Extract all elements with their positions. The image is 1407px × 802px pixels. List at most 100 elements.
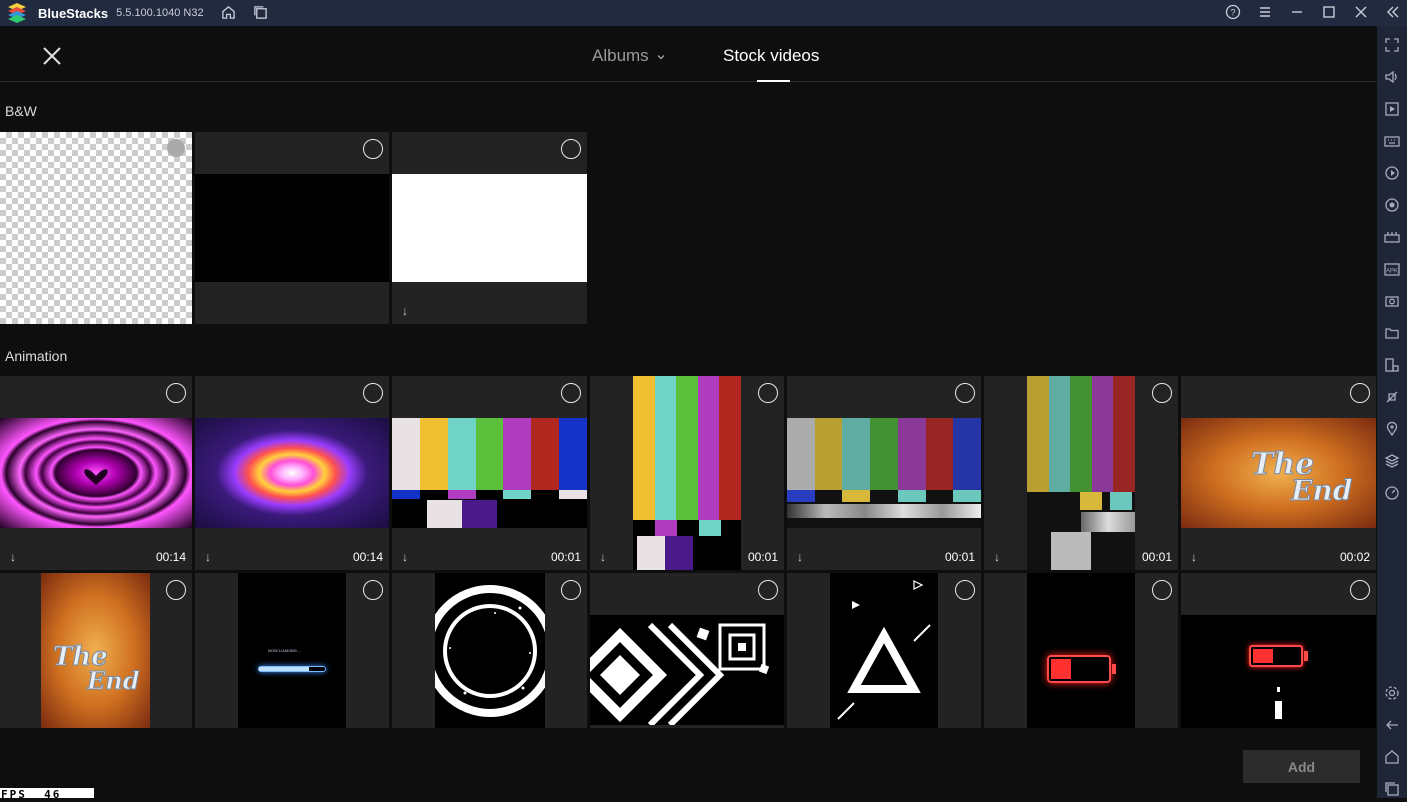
fullscreen-icon[interactable]: [1384, 37, 1400, 53]
download-icon: ↓: [205, 550, 211, 564]
performance-icon[interactable]: [1384, 485, 1400, 501]
video-duration: 00:01: [1141, 550, 1172, 564]
app-title: BlueStacks: [38, 5, 109, 21]
select-circle[interactable]: [955, 383, 975, 403]
video-duration: 00:01: [747, 550, 778, 564]
screenshot-icon[interactable]: [1384, 293, 1400, 309]
download-icon: ↓: [1191, 550, 1197, 564]
add-button[interactable]: Add: [1243, 750, 1360, 783]
battery-charging-thumbnail: [1181, 615, 1376, 728]
select-circle[interactable]: [561, 139, 581, 159]
video-picker: Albums Stock videos B&W ↓ Animation ↓ 00…: [0, 26, 1377, 798]
select-circle[interactable]: [1152, 580, 1172, 600]
video-tile-circle-ring[interactable]: [392, 573, 587, 728]
video-tile-color-bars-noisy[interactable]: ↓ 00:01: [787, 376, 981, 570]
record-icon[interactable]: [1384, 197, 1400, 213]
select-circle[interactable]: [1350, 383, 1370, 403]
black-thumbnail: [195, 174, 389, 282]
menu-icon[interactable]: [1257, 4, 1273, 20]
rainbow-heart-thumbnail: [195, 418, 389, 528]
video-tile-battery-low[interactable]: [984, 573, 1178, 728]
video-tile-the-end-vertical[interactable]: The End: [0, 573, 192, 728]
bluestacks-logo-icon: [6, 3, 28, 23]
video-tile-geometric[interactable]: [590, 573, 784, 728]
video-tile-black[interactable]: [195, 132, 389, 324]
video-tile-loading-bar[interactable]: NOW LOADING ...: [195, 573, 389, 728]
pink-heart-thumbnail: [0, 418, 192, 528]
settings-icon[interactable]: [1384, 685, 1400, 701]
video-tile-the-end[interactable]: The End ↓ 00:02: [1181, 376, 1376, 570]
maximize-icon[interactable]: [1321, 4, 1337, 20]
video-tile-triangle[interactable]: [787, 573, 981, 728]
help-icon[interactable]: ?: [1225, 4, 1241, 20]
tab-stock-videos-label: Stock videos: [723, 46, 820, 65]
fps-label: FPS: [1, 788, 27, 798]
color-bars-vertical-thumbnail: [633, 376, 741, 570]
select-circle[interactable]: [758, 383, 778, 403]
download-icon: ↓: [10, 550, 16, 564]
video-duration: 00:01: [944, 550, 975, 564]
white-thumbnail: [392, 174, 587, 282]
triangle-thumbnail: [830, 573, 938, 728]
video-tile-rainbow-heart[interactable]: ↓ 00:14: [195, 376, 389, 570]
video-tile-color-bars-vertical-noisy[interactable]: ↓ 00:01: [984, 376, 1178, 570]
picker-header: Albums Stock videos: [0, 26, 1377, 82]
svg-text:APK: APK: [1386, 269, 1398, 275]
select-circle[interactable]: [561, 580, 581, 600]
rotate-icon[interactable]: [1384, 357, 1400, 373]
download-icon: ↓: [402, 550, 408, 564]
geometric-thumbnail: [590, 615, 784, 725]
volume-icon[interactable]: [1384, 69, 1400, 85]
select-circle[interactable]: [1350, 580, 1370, 600]
minimize-icon[interactable]: [1289, 4, 1305, 20]
tab-albums[interactable]: Albums: [592, 46, 667, 66]
select-circle[interactable]: [1152, 383, 1172, 403]
gamepad-icon[interactable]: [1384, 229, 1400, 245]
video-tile-color-bars-vertical[interactable]: ↓ 00:01: [590, 376, 784, 570]
close-picker-icon[interactable]: [40, 44, 64, 68]
chevron-down-icon: [657, 54, 665, 60]
apk-install-icon[interactable]: APK: [1384, 261, 1400, 277]
svg-text:End: End: [86, 666, 140, 695]
title-bar: BlueStacks 5.5.100.1040 N32 ?: [0, 0, 1407, 26]
download-icon: ↓: [994, 550, 1000, 564]
section-title-bw: B&W: [5, 103, 37, 119]
select-circle[interactable]: [363, 580, 383, 600]
select-circle[interactable]: [955, 580, 975, 600]
select-circle[interactable]: [166, 383, 186, 403]
layers-icon[interactable]: [1384, 453, 1400, 469]
folder-icon[interactable]: [1384, 325, 1400, 341]
recent-apps-icon[interactable]: [1384, 781, 1400, 797]
video-tile-pink-heart[interactable]: ↓ 00:14: [0, 376, 192, 570]
color-bars-noisy-thumbnail: [787, 418, 981, 528]
macro-icon[interactable]: [1384, 165, 1400, 181]
collapse-sidebar-icon[interactable]: [1385, 4, 1401, 20]
back-icon[interactable]: [1384, 717, 1400, 733]
video-duration: 00:02: [1339, 550, 1370, 564]
section-title-animation: Animation: [5, 348, 68, 364]
media-icon[interactable]: [1384, 101, 1400, 117]
svg-text:?: ?: [1230, 8, 1235, 18]
select-circle[interactable]: [363, 383, 383, 403]
home-icon[interactable]: [220, 4, 236, 20]
location-icon[interactable]: [1384, 421, 1400, 437]
close-icon[interactable]: [1353, 4, 1369, 20]
the-end-vertical-thumbnail: The End: [41, 573, 150, 728]
android-home-icon[interactable]: [1384, 749, 1400, 765]
select-circle[interactable]: [363, 139, 383, 159]
tab-stock-videos[interactable]: Stock videos: [723, 46, 819, 66]
select-circle[interactable]: [758, 580, 778, 600]
disabled-select-circle: [167, 139, 185, 157]
select-circle[interactable]: [166, 580, 186, 600]
video-duration: 00:14: [155, 550, 186, 564]
keyboard-icon[interactable]: [1384, 133, 1400, 149]
video-tile-battery-charging[interactable]: [1181, 573, 1376, 728]
bluestacks-sidebar: APK: [1377, 26, 1407, 798]
video-tile-color-bars[interactable]: ↓ 00:01: [392, 376, 587, 570]
video-tile-transparent[interactable]: [0, 132, 192, 324]
download-icon: ↓: [402, 304, 408, 318]
video-tile-white[interactable]: ↓: [392, 132, 587, 324]
select-circle[interactable]: [561, 383, 581, 403]
multi-instance-icon[interactable]: [252, 4, 268, 20]
eco-mode-icon[interactable]: [1384, 389, 1400, 405]
